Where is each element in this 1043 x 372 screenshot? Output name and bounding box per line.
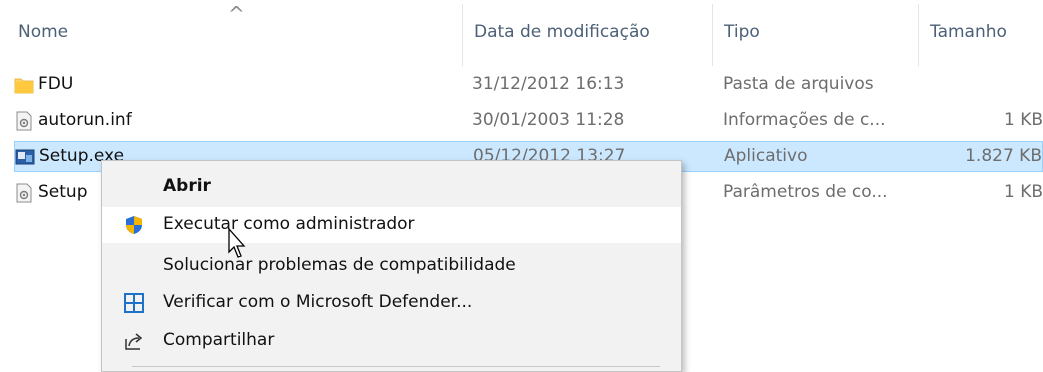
folder-icon	[14, 78, 34, 94]
file-size: 1.827 KB	[965, 146, 1042, 166]
file-type: Pasta de arquivos	[723, 74, 874, 94]
menu-item-label: Abrir	[163, 176, 211, 196]
menu-item-run-as-admin[interactable]: Executar como administrador	[102, 207, 681, 243]
file-row-autorun[interactable]: autorun.inf 30/01/2003 11:28 Informações…	[14, 106, 1043, 137]
menu-item-label: Solucionar problemas de compatibilidade	[163, 255, 516, 275]
settings-file-icon	[16, 111, 32, 131]
file-size: 1 KB	[1003, 182, 1043, 202]
file-type: Informações de c...	[723, 110, 886, 130]
file-name: FDU	[38, 74, 74, 94]
file-name: autorun.inf	[38, 110, 132, 130]
column-header-name[interactable]: Nome	[18, 22, 68, 42]
file-type: Parâmetros de co...	[723, 182, 888, 202]
menu-item-label: Compartilhar	[163, 330, 275, 350]
defender-icon	[124, 293, 144, 313]
column-header-bar: ^ Nome Data de modificação Tipo Tamanho	[0, 0, 1043, 66]
menu-item-defender-scan[interactable]: Verificar com o Microsoft Defender...	[102, 285, 681, 321]
file-size: 1 KB	[1003, 110, 1043, 130]
settings-file-icon	[16, 183, 32, 203]
menu-item-troubleshoot-compat[interactable]: Solucionar problemas de compatibilidade	[102, 248, 681, 284]
mouse-pointer-icon	[228, 228, 246, 258]
column-header-date[interactable]: Data de modificação	[474, 22, 650, 42]
uac-shield-icon	[126, 216, 142, 234]
menu-item-share[interactable]: Compartilhar	[102, 323, 681, 359]
setup-app-icon	[15, 149, 35, 165]
context-menu: Abrir Executar como administrador Soluci…	[101, 160, 682, 372]
file-date: 31/12/2012 16:13	[472, 74, 625, 94]
file-name: Setup	[38, 182, 88, 202]
file-type: Aplicativo	[724, 146, 808, 166]
menu-item-label: Executar como administrador	[163, 214, 415, 234]
column-header-size[interactable]: Tamanho	[930, 22, 1007, 42]
file-date: 30/01/2003 11:28	[472, 110, 625, 130]
column-divider[interactable]	[712, 4, 713, 66]
file-row-fdu[interactable]: FDU 31/12/2012 16:13 Pasta de arquivos	[14, 70, 1043, 101]
column-header-type[interactable]: Tipo	[724, 22, 760, 42]
column-divider[interactable]	[918, 4, 919, 66]
share-icon	[125, 333, 143, 350]
sort-ascending-icon: ^	[228, 2, 245, 26]
menu-item-open[interactable]: Abrir	[102, 169, 681, 205]
menu-separator	[132, 366, 660, 367]
menu-item-label: Verificar com o Microsoft Defender...	[163, 292, 473, 312]
column-divider[interactable]	[462, 4, 463, 66]
